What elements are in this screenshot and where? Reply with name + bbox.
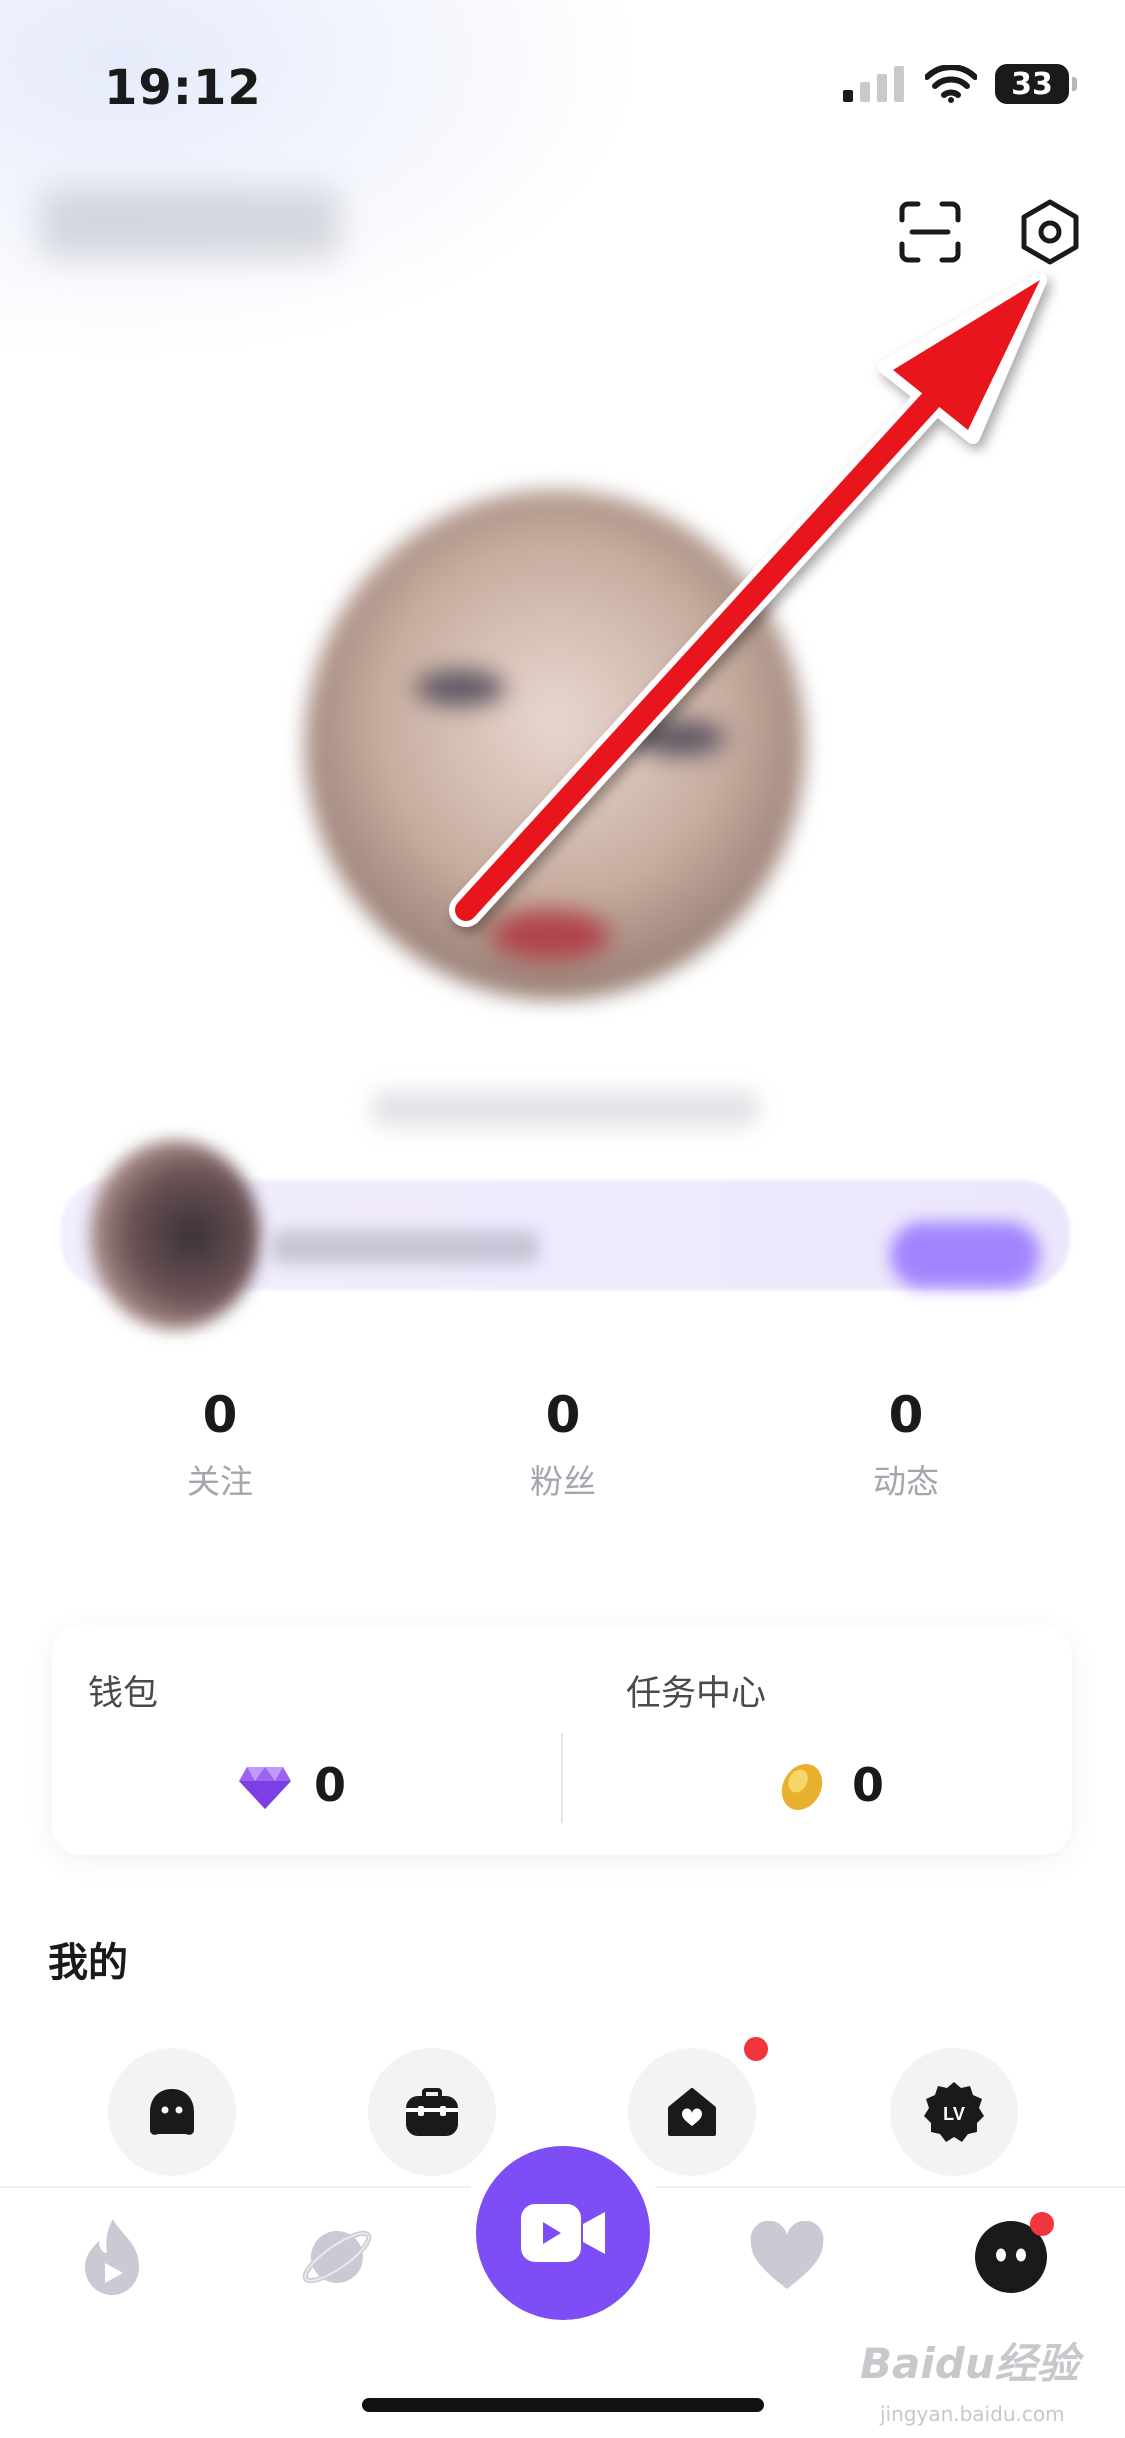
- backpack-icon: [406, 2088, 458, 2136]
- home-indicator: [362, 2398, 764, 2412]
- stat-value: 0: [202, 1386, 238, 1444]
- banner-avatar: [90, 1140, 260, 1330]
- stat-label: 关注: [187, 1462, 253, 1501]
- scan-icon: [899, 201, 961, 263]
- tab-home[interactable]: [67, 2212, 157, 2302]
- card-divider: [561, 1733, 563, 1823]
- level-text: LV: [943, 2104, 965, 2124]
- stat-value: 0: [545, 1386, 581, 1444]
- notification-badge: [744, 2037, 768, 2061]
- banner-text: [270, 1230, 540, 1264]
- feature-ghost[interactable]: [108, 2048, 236, 2176]
- stat-label: 粉丝: [530, 1462, 596, 1501]
- settings-button[interactable]: [1010, 192, 1090, 272]
- stat-fans[interactable]: 0 粉丝: [443, 1385, 683, 1503]
- stat-posts[interactable]: 0 动态: [786, 1385, 1026, 1503]
- scan-button[interactable]: [890, 192, 970, 272]
- watermark-url: jingyan.baidu.com: [880, 2402, 1065, 2426]
- feature-heart-house[interactable]: [628, 2048, 756, 2176]
- battery-level: 33: [1011, 66, 1053, 102]
- flame-play-icon: [85, 2219, 139, 2295]
- tab-discover[interactable]: [292, 2212, 382, 2302]
- task-center-value: 0: [852, 1758, 885, 1812]
- diamond-icon: [239, 1767, 291, 1809]
- feature-level[interactable]: LV: [890, 2048, 1018, 2176]
- banner-button[interactable]: [890, 1222, 1040, 1288]
- stat-following[interactable]: 0 关注: [100, 1385, 340, 1503]
- stat-value: 0: [888, 1386, 924, 1444]
- wallet-card: 钱包 0 任务中心 0: [52, 1625, 1072, 1855]
- my-section-title: 我的: [48, 1940, 128, 1986]
- planet-icon: [302, 2230, 372, 2284]
- avatar[interactable]: [305, 490, 805, 1000]
- status-icons: 33: [843, 64, 1077, 104]
- settings-icon: [1021, 199, 1079, 265]
- blurred-username: [40, 188, 340, 258]
- heart-icon: [750, 2221, 824, 2289]
- wifi-icon: [925, 65, 977, 103]
- wallet-value: 0: [314, 1758, 347, 1812]
- wallet-label: 钱包: [88, 1674, 159, 1714]
- tab-favorites[interactable]: [742, 2212, 832, 2302]
- bean-coin-icon: [781, 1764, 823, 1810]
- tab-video[interactable]: [476, 2146, 650, 2320]
- profile-badge: [1030, 2212, 1054, 2236]
- stat-label: 动态: [873, 1462, 939, 1501]
- video-camera-icon: [521, 2204, 605, 2262]
- watermark: Baidu经验: [860, 2339, 1079, 2388]
- status-time: 19:12: [104, 60, 262, 116]
- ghost-icon: [150, 2089, 194, 2135]
- feature-backpack[interactable]: [368, 2048, 496, 2176]
- cellular-signal-icon: [843, 66, 904, 102]
- task-center-label: 任务中心: [626, 1674, 767, 1714]
- level-badge-icon: LV: [924, 2082, 984, 2142]
- blurred-user-id: [370, 1090, 760, 1128]
- battery-icon: 33: [995, 64, 1077, 104]
- heart-house-icon: [668, 2088, 716, 2136]
